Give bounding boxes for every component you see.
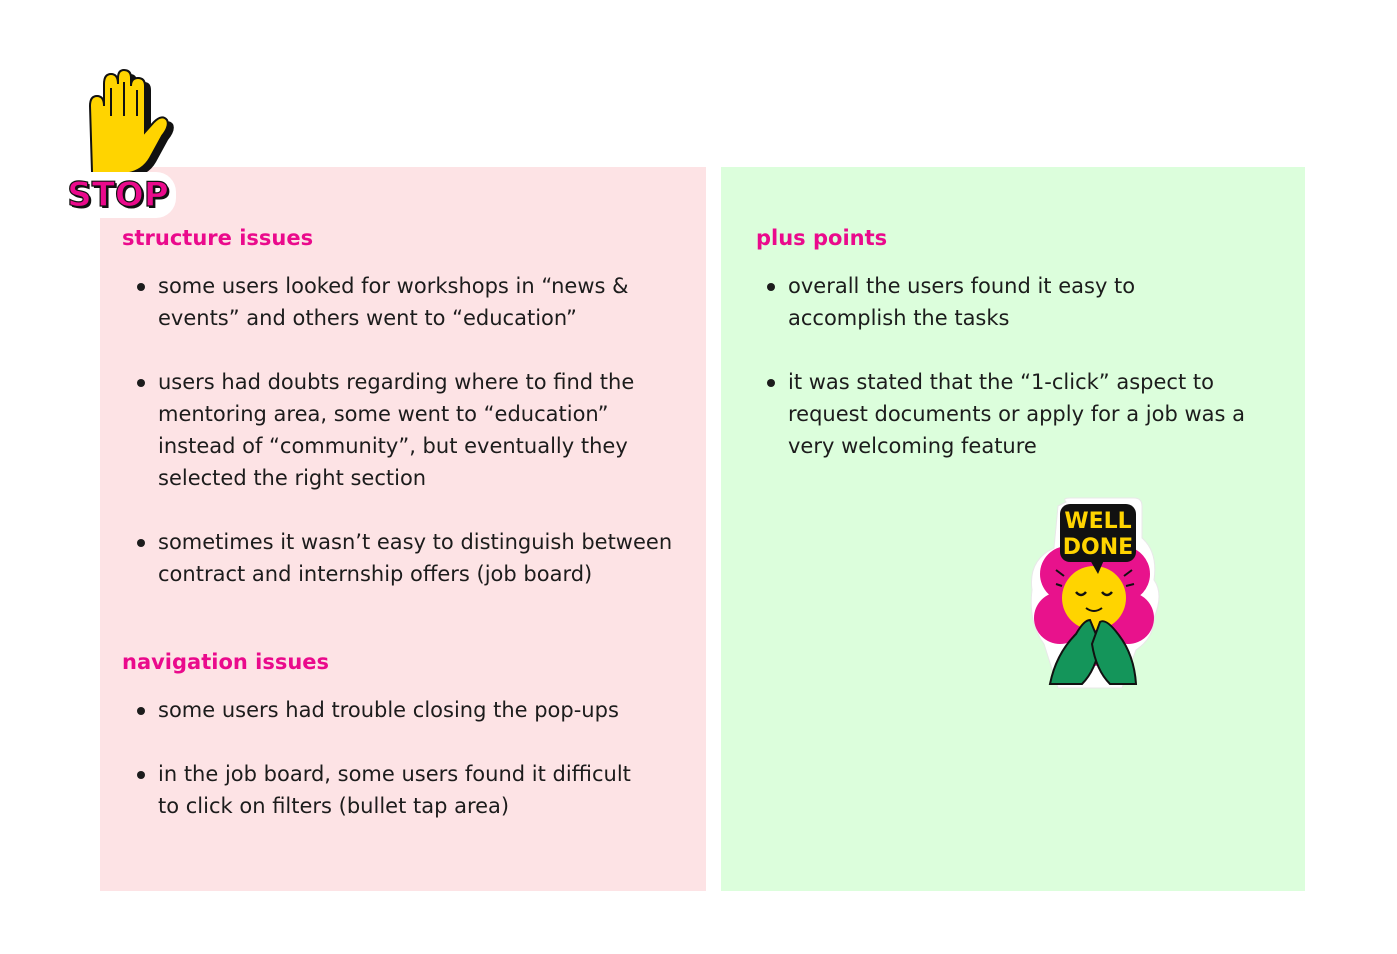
plus-points-list: overall the users found it easy to accom…	[752, 270, 1252, 494]
well-text: WELL	[1064, 509, 1131, 534]
navigation-issues-heading: navigation issues	[122, 650, 330, 674]
list-item: some users looked for workshops in “news…	[122, 270, 687, 334]
stop-sticker: STOP STOP	[64, 68, 176, 218]
list-item: some users had trouble closing the pop-u…	[122, 694, 652, 726]
structure-issues-heading: structure issues	[122, 226, 314, 250]
raised-hand-icon	[88, 68, 174, 178]
list-item: overall the users found it easy to accom…	[752, 270, 1252, 334]
plus-points-heading: plus points	[756, 226, 888, 250]
list-item: sometimes it wasn’t easy to distinguish …	[122, 526, 687, 590]
well-done-sticker: WELL DONE	[1030, 497, 1160, 689]
done-text: DONE	[1063, 535, 1133, 560]
list-item: it was stated that the “1-click” aspect …	[752, 366, 1252, 462]
stop-text: STOP	[67, 175, 169, 215]
list-item: in the job board, some users found it di…	[122, 758, 652, 822]
structure-issues-list: some users looked for workshops in “news…	[122, 270, 687, 622]
navigation-issues-list: some users had trouble closing the pop-u…	[122, 694, 652, 854]
list-item: users had doubts regarding where to find…	[122, 366, 687, 494]
